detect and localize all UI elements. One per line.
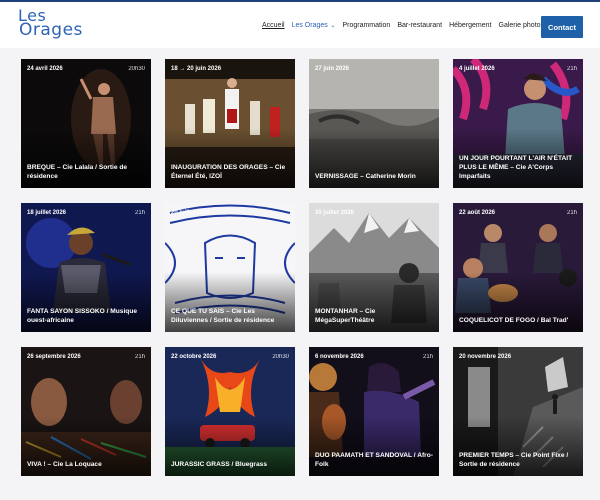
event-card-duo-paamath[interactable]: 6 novembre 2026 21h DUO PAAMATH ET SANDO… (309, 347, 439, 476)
event-title: MONTANHAR – Cie MégaSuperThéâtre (315, 308, 376, 324)
event-card-ce-que-tu-sais[interactable]: 20 juillet 2026 CE QUE TU SAIS – Cie Les… (165, 203, 295, 332)
event-title: FANTA SAYON SISSOKO / Musique ouest-afri… (27, 308, 138, 324)
event-card-coquelicot[interactable]: 22 août 2026 21h COQUELICOT DE FOGO / Ba… (453, 203, 583, 332)
event-title: INAUGURATION DES ORAGES – Cie Éternel Ét… (171, 164, 286, 180)
contact-button[interactable]: Contact (541, 16, 583, 38)
event-card-viva[interactable]: 26 septembre 2026 21h VIVA ! – Cie La Lo… (21, 347, 151, 476)
site-header: Les Orages Accueil Les Orages ⌄ Programm… (0, 2, 600, 48)
event-date: 6 novembre 2026 (315, 354, 364, 360)
event-title: COQUELICOT DE FOGO / Bal Trad' (459, 317, 569, 324)
nav-item-hebergement[interactable]: Hébergement (449, 22, 491, 29)
event-date: 27 juin 2026 (315, 66, 350, 72)
event-title: VERNISSAGE – Catherine Morin (315, 173, 416, 180)
event-date: 18 → 20 juin 2026 (171, 66, 222, 72)
event-time: 21h (566, 66, 577, 72)
event-time: 21h (134, 354, 145, 360)
event-card-fanta-sayon[interactable]: 18 juillet 2026 21h FANTA SAYON SISSOKO … (21, 203, 151, 332)
main-nav: Accueil Les Orages ⌄ Programmation Bar-r… (262, 22, 544, 29)
event-date: 26 septembre 2026 (27, 354, 81, 360)
event-date: 22 octobre 2026 (171, 354, 217, 360)
logo-line2: Orages (19, 20, 83, 40)
event-date: 20 juillet 2026 (171, 210, 211, 216)
event-card-un-jour-pourtant[interactable]: 4 juillet 2026 21h UN JOUR POURTANT L'AI… (453, 59, 583, 188)
event-title: UN JOUR POURTANT L'AIR N'ÉTAIT PLUS LE M… (459, 155, 573, 180)
event-card-breque[interactable]: 24 avril 2026 20h30 BREQUE – Cie Lalala … (21, 59, 151, 188)
site-logo[interactable]: Les Orages (18, 8, 83, 42)
nav-item-galerie-photos[interactable]: Galerie photos (499, 22, 545, 29)
event-date: 20 novembre 2026 (459, 354, 512, 360)
event-date: 22 août 2026 (459, 210, 496, 216)
nav-item-les-orages[interactable]: Les Orages ⌄ (292, 22, 336, 29)
event-grid: 24 avril 2026 20h30 BREQUE – Cie Lalala … (21, 59, 583, 476)
event-title: BREQUE – Cie Lalala / Sortie de résidenc… (27, 164, 128, 180)
event-card-vernissage[interactable]: 27 juin 2026 VERNISSAGE – Catherine Mori… (309, 59, 439, 188)
nav-item-programmation[interactable]: Programmation (342, 22, 390, 29)
event-time: 20h30 (128, 66, 145, 72)
event-time: 21h (566, 210, 577, 216)
event-card-inauguration[interactable]: 18 → 20 juin 2026 INAUGURATION DES ORAGE… (165, 59, 295, 188)
event-card-premier-temps[interactable]: 20 novembre 2026 PREMIER TEMPS – Cie Poi… (453, 347, 583, 476)
event-title: PREMIER TEMPS – Cie Point Fixe / Sortie … (459, 452, 569, 468)
event-time: 21h (134, 210, 145, 216)
event-date: 18 juillet 2026 (27, 210, 67, 216)
nav-item-les-orages-label: Les Orages (291, 22, 328, 29)
event-title: CE QUE TU SAIS – Cie Les Diluviennes / S… (171, 308, 275, 324)
chevron-down-icon: ⌄ (328, 23, 336, 29)
event-title: JURASSIC GRASS / Bluegrass (171, 461, 268, 468)
event-time: 21h (422, 354, 433, 360)
event-card-jurassic-grass[interactable]: 22 octobre 2026 20h30 JURASSIC GRASS / B… (165, 347, 295, 476)
event-date: 30 juillet 2026 (315, 210, 355, 216)
event-title: VIVA ! – Cie La Loquace (27, 461, 102, 468)
nav-item-accueil[interactable]: Accueil (262, 22, 285, 29)
event-date: 24 avril 2026 (27, 66, 63, 72)
event-date: 4 juillet 2026 (459, 66, 495, 72)
nav-item-bar-restaurant[interactable]: Bar-restaurant (397, 22, 442, 29)
event-card-montanhar[interactable]: 30 juillet 2026 MONTANHAR – Cie MégaSupe… (309, 203, 439, 332)
event-title: DUO PAAMATH ET SANDOVAL / Afro-Folk (315, 452, 433, 468)
event-time: 20h30 (272, 354, 289, 360)
